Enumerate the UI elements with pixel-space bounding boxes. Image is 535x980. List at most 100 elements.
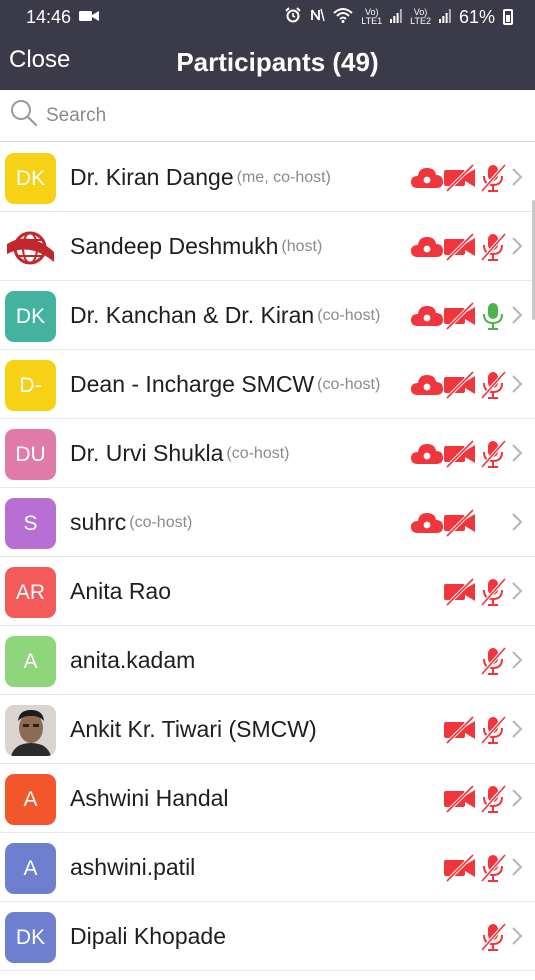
participant-name-group: Ashwini Handal [70,764,229,833]
volte-1-indicator: Vo) LTE1 [361,7,383,26]
cloud-icon [410,233,444,261]
globe-logo-icon [5,222,56,273]
mic-muted-icon [476,646,510,676]
chevron-right-icon[interactable] [510,855,524,879]
participant-name-group: Dr. Kiran Dange (me, co-host) [70,143,331,212]
mic-muted-icon [476,232,510,262]
participant-role: (co-host) [226,444,290,462]
participant-name: Dr. Kanchan & Dr. Kiran [70,302,315,328]
chevron-right-icon[interactable] [510,648,524,672]
chevron-right-icon[interactable] [510,441,524,465]
cloud-icon [410,164,444,192]
participant-name: Dipali Khopade [70,923,227,949]
battery-percent: 61% [458,6,495,27]
cloud-icon [410,302,444,330]
avatar: DK [5,291,56,342]
chevron-right-icon[interactable] [510,510,524,534]
participant-name: Sandeep Deshmukh [70,233,279,259]
chevron-right-icon[interactable] [510,579,524,603]
participant-name-group: suhrc (co-host) [70,488,192,557]
participant-row[interactable]: DK Dr. Kanchan & Dr. Kiran (co-host) [0,281,535,350]
avatar: DK [5,912,56,963]
participant-name: Dr. Kiran Dange [70,164,234,190]
participant-name: Anita Rao [70,578,172,604]
avatar: A [5,774,56,825]
chevron-right-icon[interactable] [510,786,524,810]
participant-row[interactable]: Aanita.kadam [0,626,535,695]
signal-1-icon [390,7,403,28]
clock: 14:46 [26,6,72,27]
participant-name: Ankit Kr. Tiwari (SMCW) [70,716,317,742]
participant-row[interactable]: Sandeep Deshmukh (host) [0,212,535,281]
cloud-icon [410,371,444,399]
participant-row[interactable]: DU Dr. Urvi Shukla (co-host) [0,419,535,488]
avatar: A [5,843,56,894]
video-off-icon [443,508,477,538]
participant-role: (host) [281,237,323,255]
video-off-icon [443,163,477,193]
avatar: DU [5,429,56,480]
video-off-icon [443,370,477,400]
chevron-right-icon[interactable] [510,372,524,396]
chevron-right-icon[interactable] [510,234,524,258]
video-off-icon [443,784,477,814]
participant-name: Ashwini Handal [70,785,229,811]
participant-row[interactable]: DK Dr. Kiran Dange (me, co-host) [0,143,535,212]
mic-muted-icon [476,163,510,193]
mic-muted-icon [476,922,510,952]
video-off-icon [443,439,477,469]
mic-muted-icon [476,577,510,607]
participant-name-group: Sandeep Deshmukh (host) [70,212,322,281]
participant-name-group: Dr. Kanchan & Dr. Kiran (co-host) [70,281,380,350]
chevron-right-icon[interactable] [510,924,524,948]
participant-name-group: anita.kadam [70,626,195,695]
signal-2-icon [438,7,451,28]
participant-name-group: Dr. Urvi Shukla (co-host) [70,419,290,488]
avatar: S [5,498,56,549]
mute-notifications-icon [309,7,326,28]
participant-row[interactable]: AR Anita Rao [0,557,535,626]
video-off-icon [443,853,477,883]
wifi-icon [333,7,353,28]
participant-name-group: Ankit Kr. Tiwari (SMCW) [70,695,317,764]
avatar: AR [5,567,56,618]
battery-icon [503,9,513,25]
participant-name-group: Anita Rao [70,557,171,626]
status-bar: 14:46 Vo) LTE1 Vo) LTE2 61% [0,0,535,34]
mic-muted-icon [476,853,510,883]
participant-name-group: Dean - Incharge SMCW (co-host) [70,350,380,419]
video-camera-icon [79,7,100,28]
mic-muted-icon [476,784,510,814]
participant-name: Dr. Urvi Shukla [70,440,224,466]
chevron-right-icon[interactable] [510,717,524,741]
participants-header: Close Participants (49) [0,34,535,90]
participant-row[interactable]: Aashwini.patil [0,833,535,902]
mic-muted-icon [476,715,510,745]
search-icon [10,99,38,132]
participant-row[interactable]: A Ashwini Handal [0,764,535,833]
search-input[interactable] [46,104,446,127]
avatar: A [5,636,56,687]
participant-row[interactable]: D- Dean - Incharge SMCW (co-host) [0,350,535,419]
page-title: Participants (49) [176,47,379,77]
video-off-icon [443,301,477,331]
cloud-icon [410,509,444,537]
participant-row[interactable]: Ssuhrc (co-host) [0,488,535,557]
avatar: DK [5,153,56,204]
participant-name: Dean - Incharge SMCW [70,371,315,397]
cloud-icon [410,440,444,468]
participant-name-group: ashwini.patil [70,833,195,902]
mic-muted-icon [476,370,510,400]
participant-row[interactable]: Ankit Kr. Tiwari (SMCW) [0,695,535,764]
participant-row[interactable]: DK Dipali Khopade [0,902,535,971]
participant-role: (me, co-host) [236,168,331,186]
profile-photo-icon [5,705,56,756]
participant-role: (co-host) [317,375,381,393]
mic-on-icon [476,302,510,330]
chevron-right-icon[interactable] [510,303,524,327]
participant-name: ashwini.patil [70,854,196,880]
alarm-icon [285,6,301,28]
video-off-icon [443,715,477,745]
chevron-right-icon[interactable] [510,165,524,189]
volte-2-indicator: Vo) LTE2 [410,7,431,26]
